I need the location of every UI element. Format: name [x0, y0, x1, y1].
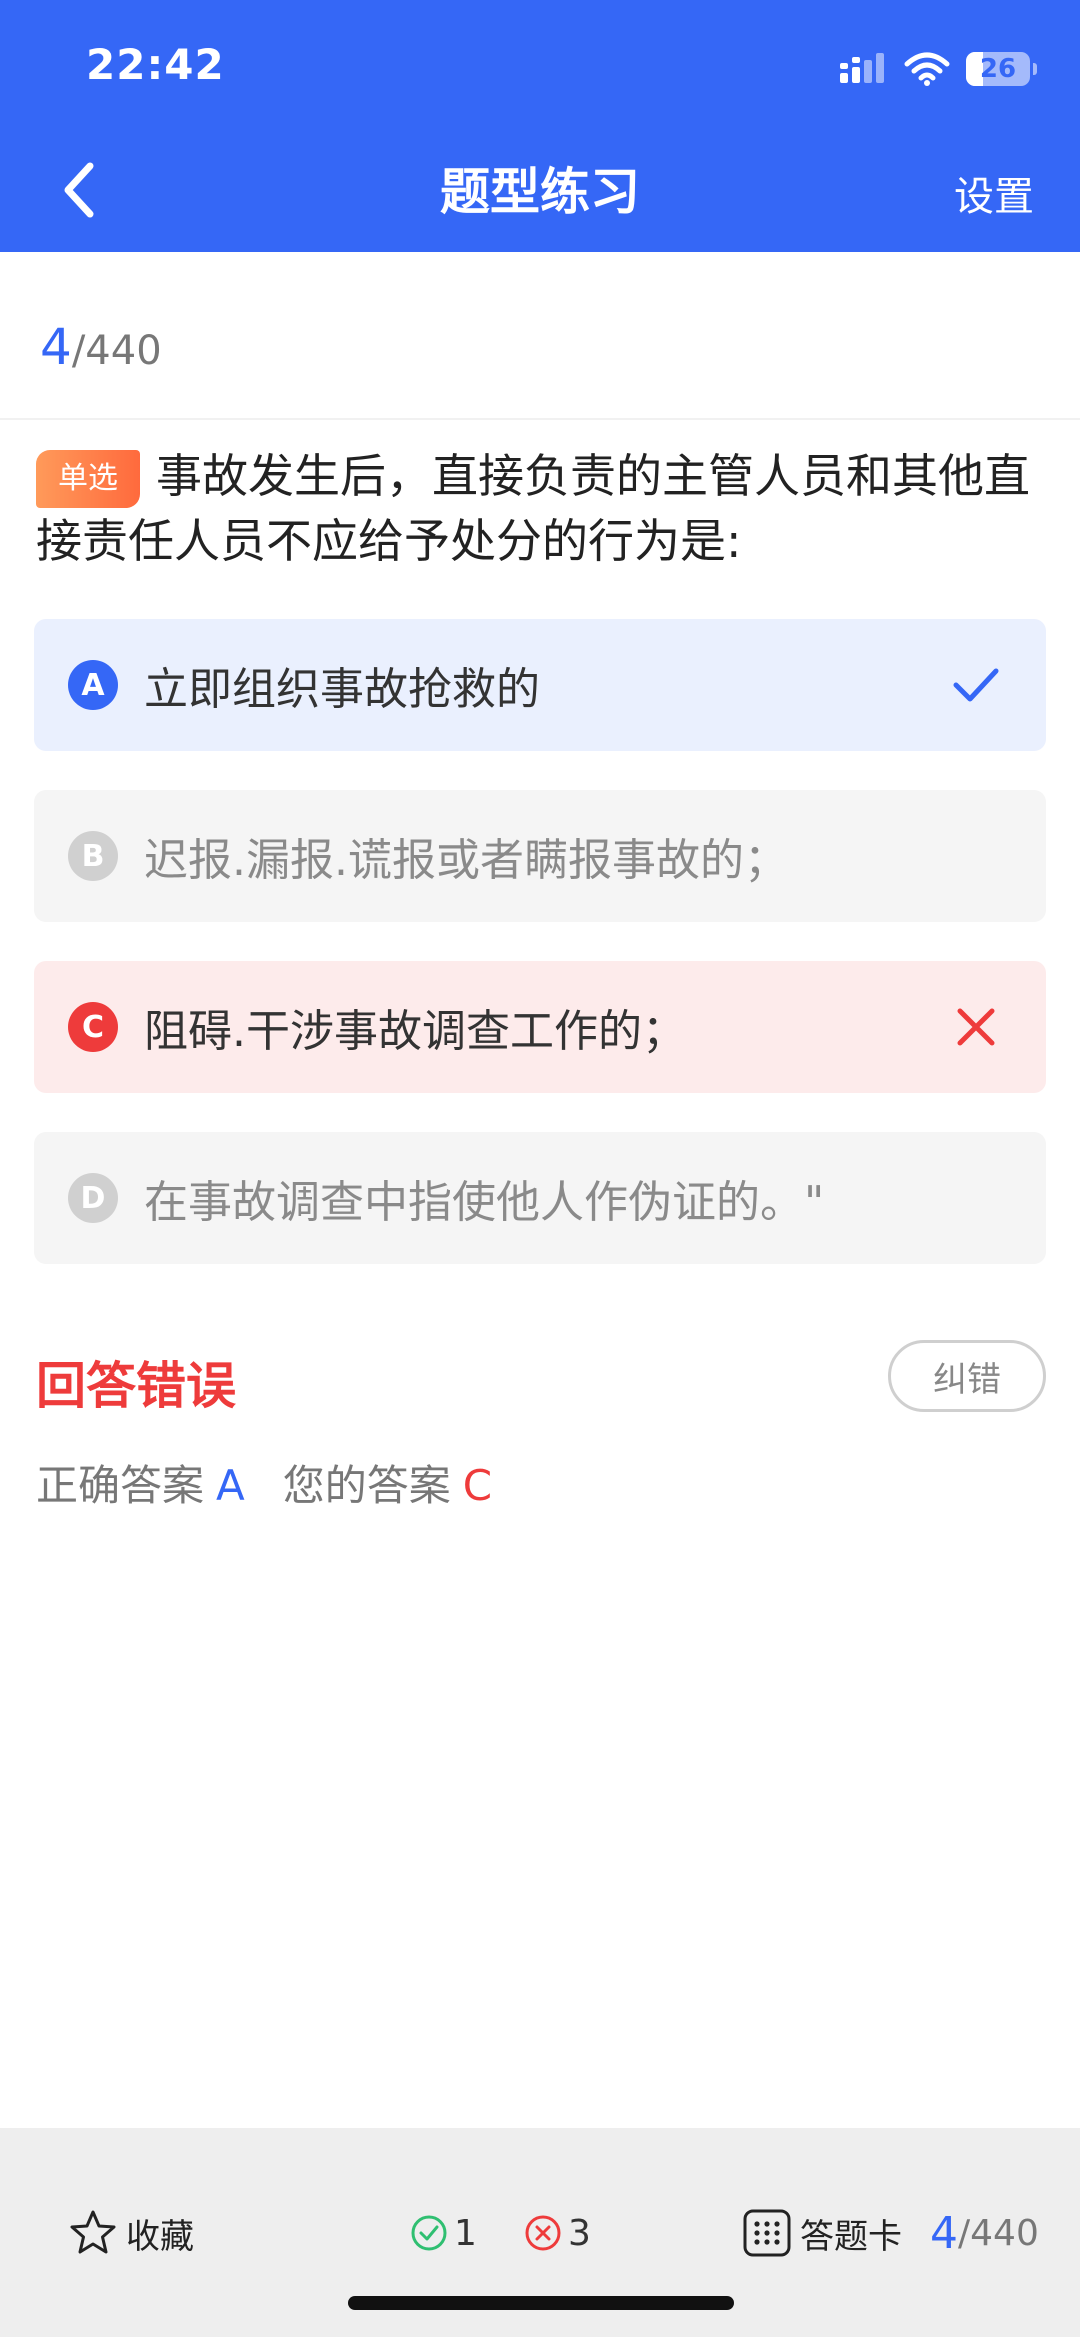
status-time: 22:42 — [86, 40, 225, 89]
option-text: 立即组织事故抢救的 — [144, 664, 540, 715]
option-text: 迟报.漏报.谎报或者瞒报事故的； — [144, 835, 788, 886]
divider — [0, 418, 1080, 420]
option-d[interactable]: D 在事故调查中指使他人作伪证的。" — [34, 1132, 1046, 1264]
settings-button[interactable]: 设置 — [954, 164, 1034, 222]
battery-icon: 26 — [966, 52, 1037, 86]
correct-answer-value: A — [216, 1461, 245, 1510]
wrong-count: 3 — [524, 2208, 591, 2258]
home-indicator[interactable] — [348, 2296, 734, 2310]
answer-card-button[interactable]: 答题卡 — [742, 2208, 902, 2258]
bottom-progress-current: 4 — [930, 2207, 958, 2259]
wrong-count-value: 3 — [568, 2212, 591, 2254]
answer-summary: 正确答案 A 您的答案 C — [36, 1452, 492, 1513]
cross-circle-icon — [525, 2215, 561, 2251]
favorite-button[interactable]: 收藏 — [68, 2208, 194, 2258]
question-stem: 单选 事故发生后，直接负责的主管人员和其他直接责任人员不应给予处分的行为是: — [36, 444, 1046, 574]
progress-separator: / — [71, 328, 86, 374]
cellular-signal-icon — [840, 53, 884, 83]
grid-icon — [743, 2209, 791, 2257]
status-icons: 26 — [838, 46, 1037, 92]
option-c[interactable]: C 阻碍.干涉事故调查工作的； — [34, 961, 1046, 1093]
result-title: 回答错误 — [36, 1357, 236, 1415]
practice-page: 22:42 26 题型练习 设置 4/440 单选 事故发生后，直接负责的主管人… — [0, 0, 1080, 2337]
right-count-value: 1 — [454, 2212, 477, 2254]
bottom-progress-total: 440 — [970, 2212, 1039, 2254]
battery-text: 26 — [979, 54, 1017, 84]
option-b[interactable]: B 迟报.漏报.谎报或者瞒报事故的； — [34, 790, 1046, 922]
right-count: 1 — [410, 2208, 477, 2258]
progress-current: 4 — [40, 318, 72, 376]
your-answer-value: C — [462, 1461, 493, 1510]
bottom-progress-separator: / — [958, 2212, 971, 2254]
answer-card-label: 答题卡 — [800, 2216, 902, 2257]
option-a[interactable]: A 立即组织事故抢救的 — [34, 619, 1046, 751]
question-progress: 4/440 — [40, 318, 162, 376]
cross-icon — [957, 1008, 995, 1046]
check-icon — [953, 668, 999, 702]
bottom-progress: 4/440 — [930, 2207, 1039, 2259]
question-text: 事故发生后，直接负责的主管人员和其他直接责任人员不应给予处分的行为是: — [36, 449, 1030, 568]
question-type-badge: 单选 — [36, 450, 140, 508]
favorite-label: 收藏 — [126, 2216, 194, 2257]
your-answer-label: 您的答案 — [282, 1461, 451, 1510]
page-title: 题型练习 — [440, 163, 640, 221]
option-letter: D — [68, 1173, 118, 1223]
option-letter: B — [68, 831, 118, 881]
option-text: 阻碍.干涉事故调查工作的； — [144, 1006, 686, 1057]
report-error-button[interactable]: 纠错 — [888, 1340, 1046, 1412]
option-letter: C — [68, 1002, 118, 1052]
option-text: 在事故调查中指使他人作伪证的。" — [144, 1177, 825, 1228]
check-circle-icon — [411, 2215, 447, 2251]
correct-answer-label: 正确答案 — [36, 1461, 205, 1510]
progress-total: 440 — [85, 328, 162, 374]
top-bar: 22:42 26 题型练习 设置 — [0, 0, 1080, 252]
option-letter: A — [68, 660, 118, 710]
star-icon — [70, 2210, 116, 2254]
wifi-icon — [904, 52, 950, 86]
